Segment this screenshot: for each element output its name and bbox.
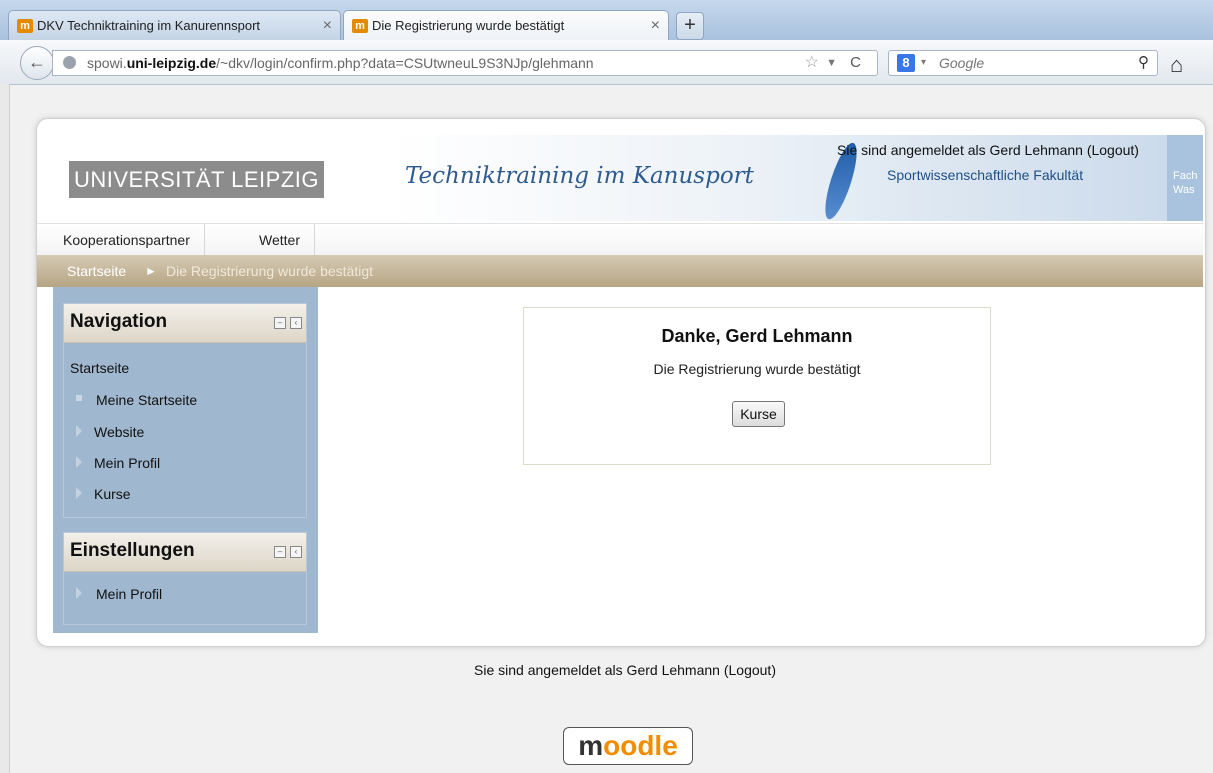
dock-icon[interactable]: ‹ <box>290 317 302 329</box>
breadcrumb: Startseite ► Die Registrierung wurde bes… <box>37 255 1203 287</box>
nav-item-mein-profil[interactable]: Mein Profil <box>94 455 160 471</box>
navigation-block: Navigation – ‹ Startseite Meine Startsei… <box>63 303 307 518</box>
tab-close-icon[interactable]: × <box>323 11 332 40</box>
collapse-icon[interactable]: – <box>274 546 286 558</box>
browser-tab-active[interactable]: m Die Registrierung wurde bestätigt × <box>343 10 669 40</box>
custom-menu: Kooperationspartner Wetter <box>37 223 1203 256</box>
url-text: spowi.uni-leipzig.de/~dkv/login/confirm.… <box>87 55 594 71</box>
login-info-footer[interactable]: Sie sind angemeldet als Gerd Lehmann (Lo… <box>0 662 1213 678</box>
nav-item-kurse[interactable]: Kurse <box>94 486 131 502</box>
nav-item-startseite[interactable]: Startseite <box>70 360 129 376</box>
sidebar: Navigation – ‹ Startseite Meine Startsei… <box>53 287 318 633</box>
navigation-title: Navigation <box>70 311 168 332</box>
expand-arrow-icon[interactable] <box>76 487 82 499</box>
home-icon[interactable]: ⌂ <box>1170 52 1183 78</box>
moodle-favicon-icon: m <box>17 19 33 33</box>
settings-item-mein-profil[interactable]: Mein Profil <box>96 586 162 602</box>
confirmation-box: Danke, Gerd Lehmann Die Registrierung wu… <box>523 307 991 465</box>
faculty-side-mark: Fach Was <box>1167 135 1203 221</box>
settings-block-header: Einstellungen – ‹ <box>64 533 306 572</box>
login-info-header[interactable]: Sie sind angemeldet als Gerd Lehmann (Lo… <box>837 142 1139 158</box>
browser-nav-bar: ← spowi.uni-leipzig.de/~dkv/login/confir… <box>0 40 1213 85</box>
moodle-favicon-icon: m <box>352 19 368 33</box>
nav-item-website[interactable]: Website <box>94 424 144 440</box>
google-search-engine-icon[interactable]: 8 <box>897 54 915 72</box>
settings-block: Einstellungen – ‹ Mein Profil <box>63 532 307 625</box>
breadcrumb-separator-icon: ► <box>145 264 157 278</box>
site-tagline: Techniktraining im Kanusport <box>405 163 754 189</box>
tab-close-icon[interactable]: × <box>651 11 660 40</box>
expand-arrow-icon[interactable] <box>76 587 82 599</box>
address-bar[interactable]: spowi.uni-leipzig.de/~dkv/login/confirm.… <box>52 50 878 76</box>
expand-arrow-icon[interactable] <box>76 425 82 437</box>
page-frame: UNIVERSITÄT LEIPZIG Techniktraining im K… <box>36 118 1206 647</box>
tab-title: DKV Techniktraining im Kanurennsport <box>37 18 261 33</box>
back-button[interactable]: ← <box>20 46 54 80</box>
faculty-name: Sportwissenschaftliche Fakultät <box>887 167 1084 183</box>
confirmation-heading: Danke, Gerd Lehmann <box>661 326 853 346</box>
expand-arrow-icon[interactable] <box>76 456 82 468</box>
menu-item-wetter[interactable]: Wetter <box>246 224 315 256</box>
breadcrumb-current: Die Registrierung wurde bestätigt <box>166 263 373 279</box>
browser-tab[interactable]: m DKV Techniktraining im Kanurennsport × <box>8 10 341 40</box>
navigation-block-header: Navigation – ‹ <box>64 304 306 343</box>
search-engine-dropdown-icon[interactable]: ▾ <box>921 51 926 75</box>
nav-item-meine-startseite[interactable]: Meine Startseite <box>96 392 197 408</box>
site-header: UNIVERSITÄT LEIPZIG Techniktraining im K… <box>37 119 1203 223</box>
collapse-icon[interactable]: – <box>274 317 286 329</box>
bullet-icon <box>76 395 82 401</box>
bookmark-star-icon[interactable]: ☆ <box>805 51 819 75</box>
reload-icon[interactable]: C <box>850 51 861 75</box>
search-input[interactable]: 8 ▾ Google ⚲ <box>888 50 1158 76</box>
tab-title: Die Registrierung wurde bestätigt <box>372 18 565 33</box>
dock-icon[interactable]: ‹ <box>290 546 302 558</box>
settings-title: Einstellungen <box>70 540 195 561</box>
breadcrumb-home[interactable]: Startseite <box>67 255 126 287</box>
history-dropdown-icon[interactable]: ▼ <box>826 51 837 75</box>
moodle-logo[interactable]: moodle <box>563 727 693 765</box>
menu-item-kooperationspartner[interactable]: Kooperationspartner <box>37 224 205 256</box>
new-tab-button[interactable]: + <box>676 12 704 40</box>
kurse-button[interactable]: Kurse <box>732 401 785 427</box>
browser-tab-bar: m DKV Techniktraining im Kanurennsport ×… <box>0 0 1213 40</box>
globe-icon <box>63 56 76 69</box>
search-placeholder: Google <box>939 55 985 71</box>
confirmation-message: Die Registrierung wurde bestätigt <box>653 361 861 377</box>
university-logo[interactable]: UNIVERSITÄT LEIPZIG <box>69 161 324 198</box>
search-icon[interactable]: ⚲ <box>1138 51 1149 75</box>
